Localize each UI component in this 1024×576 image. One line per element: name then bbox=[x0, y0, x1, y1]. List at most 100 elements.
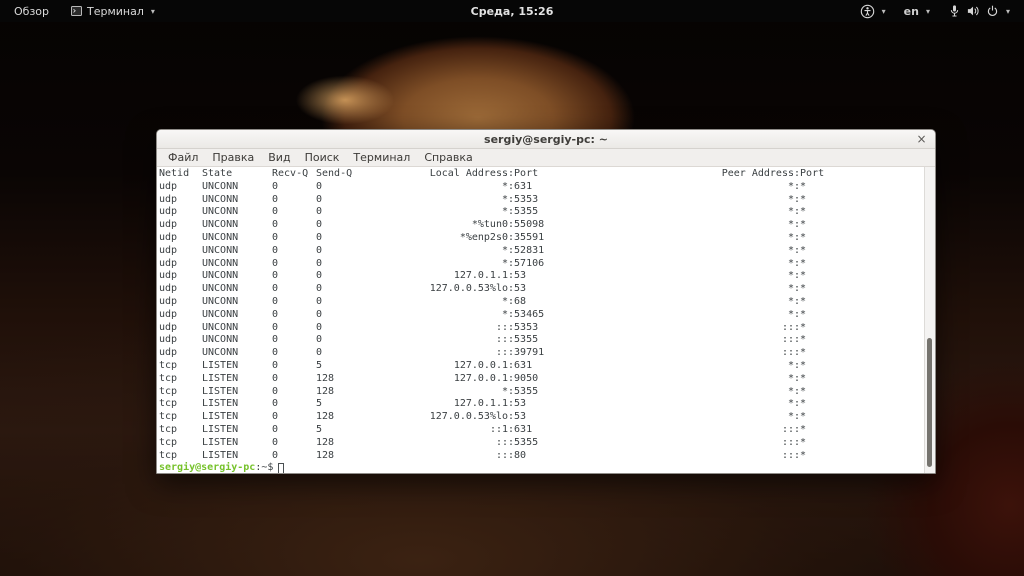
menu-view[interactable]: Вид bbox=[261, 150, 297, 165]
cell-peer-port: * bbox=[794, 270, 935, 283]
cell-peer-address: * bbox=[618, 411, 794, 424]
header-netid: Netid bbox=[159, 168, 202, 181]
microphone-icon bbox=[948, 4, 961, 18]
cell-netid: udp bbox=[159, 206, 202, 219]
terminal-scrollbar[interactable] bbox=[924, 167, 935, 473]
cell-local-address: * bbox=[360, 296, 508, 309]
cell-state: UNCONN bbox=[202, 270, 272, 283]
close-button[interactable]: × bbox=[914, 132, 929, 147]
cell-netid: tcp bbox=[159, 373, 202, 386]
cell-recvq: 0 bbox=[272, 270, 316, 283]
terminal-screen[interactable]: Netid State Recv-Q Send-Q Local Address … bbox=[157, 167, 935, 473]
cell-peer-port: * bbox=[794, 437, 935, 450]
table-row: udp UNCONN 0 0 * 68 * * bbox=[159, 296, 935, 309]
cell-recvq: 0 bbox=[272, 360, 316, 373]
cell-netid: udp bbox=[159, 232, 202, 245]
cell-local-port: 53 bbox=[508, 398, 618, 411]
table-row: udp UNCONN 0 0 * 631 * * bbox=[159, 181, 935, 194]
cell-state: UNCONN bbox=[202, 322, 272, 335]
cell-sendq: 0 bbox=[316, 194, 360, 207]
terminal-window: sergiy@sergiy-pc: ~ × Файл Правка Вид По… bbox=[156, 129, 936, 474]
cell-peer-port: * bbox=[794, 373, 935, 386]
cell-sendq: 128 bbox=[316, 373, 360, 386]
cell-recvq: 0 bbox=[272, 219, 316, 232]
cell-netid: udp bbox=[159, 334, 202, 347]
cell-sendq: 5 bbox=[316, 398, 360, 411]
cell-peer-address: * bbox=[618, 296, 794, 309]
cell-peer-port: * bbox=[794, 309, 935, 322]
cell-netid: tcp bbox=[159, 424, 202, 437]
cell-peer-port: * bbox=[794, 347, 935, 360]
cell-sendq: 0 bbox=[316, 334, 360, 347]
cell-state: UNCONN bbox=[202, 219, 272, 232]
cell-local-address: * bbox=[360, 309, 508, 322]
cell-sendq: 0 bbox=[316, 206, 360, 219]
cell-peer-address: * bbox=[618, 386, 794, 399]
cell-state: UNCONN bbox=[202, 232, 272, 245]
cell-local-address: * bbox=[360, 245, 508, 258]
cell-local-port: 5355 bbox=[508, 437, 618, 450]
cell-local-port: 631 bbox=[508, 360, 618, 373]
cell-recvq: 0 bbox=[272, 347, 316, 360]
socket-table-header: Netid State Recv-Q Send-Q Local Address … bbox=[159, 168, 935, 181]
cell-local-port: 5355 bbox=[508, 206, 618, 219]
cell-recvq: 0 bbox=[272, 373, 316, 386]
cell-netid: udp bbox=[159, 219, 202, 232]
cell-state: UNCONN bbox=[202, 283, 272, 296]
system-menu[interactable]: ▾ bbox=[944, 2, 1014, 20]
header-sendq: Send-Q bbox=[316, 168, 360, 181]
cell-local-port: 5355 bbox=[508, 334, 618, 347]
cell-local-port: 55098 bbox=[508, 219, 618, 232]
scrollbar-thumb[interactable] bbox=[927, 338, 932, 467]
cell-netid: tcp bbox=[159, 360, 202, 373]
cell-recvq: 0 bbox=[272, 334, 316, 347]
cell-sendq: 128 bbox=[316, 437, 360, 450]
header-peer-address: Peer Address bbox=[618, 168, 794, 181]
cell-local-port: 5353 bbox=[508, 194, 618, 207]
menu-file[interactable]: Файл bbox=[161, 150, 205, 165]
shell-prompt[interactable]: sergiy@sergiy-pc:~$ bbox=[159, 462, 935, 473]
table-row: udp UNCONN 0 0 127.0.0.53%lo 53 * * bbox=[159, 283, 935, 296]
menu-help[interactable]: Справка bbox=[417, 150, 479, 165]
cell-peer-address: :: bbox=[618, 322, 794, 335]
cell-recvq: 0 bbox=[272, 283, 316, 296]
cell-sendq: 0 bbox=[316, 232, 360, 245]
socket-table-body: udp UNCONN 0 0 * 631 * * udp UNCONN 0 0 … bbox=[159, 181, 935, 463]
cell-peer-address: :: bbox=[618, 347, 794, 360]
table-row: udp UNCONN 0 0 :: 39791 :: * bbox=[159, 347, 935, 360]
cell-peer-port: * bbox=[794, 232, 935, 245]
cell-recvq: 0 bbox=[272, 194, 316, 207]
cell-peer-address: * bbox=[618, 194, 794, 207]
header-recvq: Recv-Q bbox=[272, 168, 316, 181]
cell-netid: udp bbox=[159, 270, 202, 283]
cell-netid: udp bbox=[159, 309, 202, 322]
cell-sendq: 128 bbox=[316, 450, 360, 463]
cell-local-address: :: bbox=[360, 347, 508, 360]
cell-local-address: ::1 bbox=[360, 424, 508, 437]
cell-sendq: 128 bbox=[316, 411, 360, 424]
window-titlebar[interactable]: sergiy@sergiy-pc: ~ × bbox=[157, 130, 935, 149]
menu-edit[interactable]: Правка bbox=[205, 150, 261, 165]
cell-local-port: 35591 bbox=[508, 232, 618, 245]
window-menubar: Файл Правка Вид Поиск Терминал Справка bbox=[157, 149, 935, 167]
cell-netid: udp bbox=[159, 258, 202, 271]
prompt-user-host: sergiy@sergiy-pc bbox=[159, 462, 255, 473]
accessibility-icon bbox=[860, 4, 875, 19]
cell-state: UNCONN bbox=[202, 245, 272, 258]
cell-recvq: 0 bbox=[272, 309, 316, 322]
cell-recvq: 0 bbox=[272, 245, 316, 258]
language-menu[interactable]: en ▾ bbox=[900, 3, 934, 20]
table-row: tcp LISTEN 0 5 127.0.0.1 631 * * bbox=[159, 360, 935, 373]
cell-netid: udp bbox=[159, 322, 202, 335]
cell-local-address: 127.0.0.53%lo bbox=[360, 283, 508, 296]
header-peer-port: Port bbox=[794, 168, 935, 181]
accessibility-menu[interactable]: ▾ bbox=[856, 2, 890, 21]
cell-recvq: 0 bbox=[272, 296, 316, 309]
cell-local-port: 80 bbox=[508, 450, 618, 463]
cell-state: UNCONN bbox=[202, 181, 272, 194]
menu-terminal[interactable]: Терминал bbox=[346, 150, 417, 165]
cell-netid: tcp bbox=[159, 450, 202, 463]
cell-local-port: 5353 bbox=[508, 322, 618, 335]
table-row: tcp LISTEN 0 128 127.0.0.1 9050 * * bbox=[159, 373, 935, 386]
menu-search[interactable]: Поиск bbox=[298, 150, 347, 165]
